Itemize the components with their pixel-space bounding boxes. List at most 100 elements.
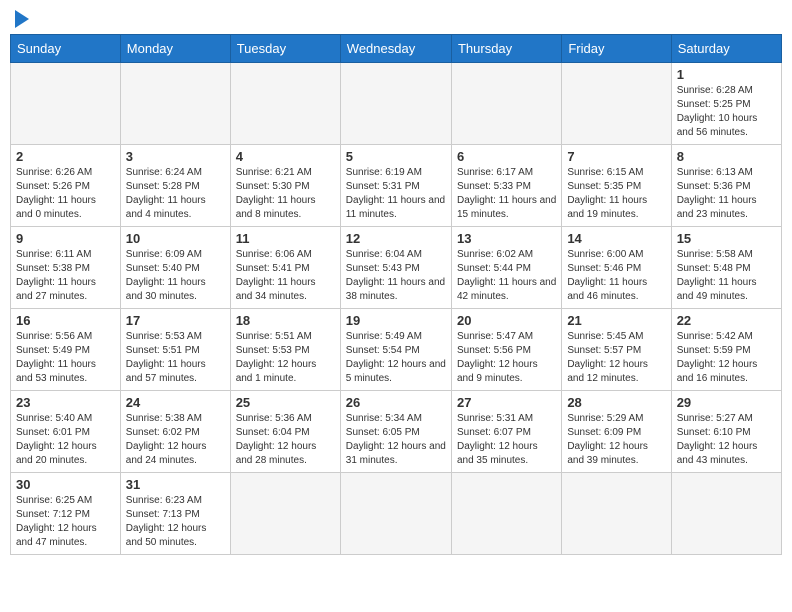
day-info: Sunrise: 6:28 AM Sunset: 5:25 PM Dayligh… <box>677 84 776 140</box>
header <box>10 10 782 26</box>
calendar-cell: 5 Sunrise: 6:19 AM Sunset: 5:31 PM Daylig… <box>340 145 451 227</box>
col-header-thursday: Thursday <box>451 35 561 63</box>
day-info: Sunrise: 5:40 AM Sunset: 6:01 PM Dayligh… <box>16 412 115 468</box>
col-header-monday: Monday <box>120 35 230 63</box>
day-info: Sunrise: 5:31 AM Sunset: 6:07 PM Dayligh… <box>457 412 556 468</box>
day-number: 5 <box>346 149 446 164</box>
calendar-week-1: 2Sunrise: 6:26 AM Sunset: 5:26 PM Daylig… <box>11 145 782 227</box>
day-number: 22 <box>677 313 776 328</box>
col-header-friday: Friday <box>562 35 671 63</box>
day-info: Sunrise: 5:58 AM Sunset: 5:48 PM Dayligh… <box>677 248 776 304</box>
day-number: 2 <box>16 149 115 164</box>
calendar-cell: 13 Sunrise: 6:02 AM Sunset: 5:44 PM Dayli… <box>451 227 561 309</box>
logo-arrow-icon <box>15 10 29 28</box>
day-number: 11 <box>236 231 335 246</box>
day-info: Sunrise: 5:34 AM Sunset: 6:05 PM Dayligh… <box>346 412 446 468</box>
calendar-cell: 6 Sunrise: 6:17 AM Sunset: 5:33 PM Daylig… <box>451 145 561 227</box>
calendar-cell: 22 Sunrise: 5:42 AM Sunset: 5:59 PM Dayli… <box>671 309 781 391</box>
day-info: Sunrise: 5:42 AM Sunset: 5:59 PM Dayligh… <box>677 330 776 386</box>
calendar-cell <box>230 473 340 555</box>
day-info: Sunrise: 6:21 AM Sunset: 5:30 PM Dayligh… <box>236 166 335 222</box>
calendar-cell: 25Sunrise: 5:36 AM Sunset: 6:04 PM Dayli… <box>230 391 340 473</box>
day-number: 19 <box>346 313 446 328</box>
day-info: Sunrise: 6:11 AM Sunset: 5:38 PM Dayligh… <box>16 248 115 304</box>
calendar-week-5: 30Sunrise: 6:25 AM Sunset: 7:12 PM Dayli… <box>11 473 782 555</box>
calendar-cell: 17 Sunrise: 5:53 AM Sunset: 5:51 PM Dayli… <box>120 309 230 391</box>
col-header-tuesday: Tuesday <box>230 35 340 63</box>
calendar-cell <box>230 63 340 145</box>
day-info: Sunrise: 5:56 AM Sunset: 5:49 PM Dayligh… <box>16 330 115 386</box>
calendar-cell: 31Sunrise: 6:23 AM Sunset: 7:13 PM Dayli… <box>120 473 230 555</box>
day-number: 24 <box>126 395 225 410</box>
calendar-cell: 10 Sunrise: 6:09 AM Sunset: 5:40 PM Dayli… <box>120 227 230 309</box>
calendar-cell <box>671 473 781 555</box>
day-info: Sunrise: 6:15 AM Sunset: 5:35 PM Dayligh… <box>567 166 665 222</box>
calendar-cell: 20Sunrise: 5:47 AM Sunset: 5:56 PM Dayli… <box>451 309 561 391</box>
day-info: Sunrise: 6:00 AM Sunset: 5:46 PM Dayligh… <box>567 248 665 304</box>
day-info: Sunrise: 6:06 AM Sunset: 5:41 PM Dayligh… <box>236 248 335 304</box>
calendar-week-2: 9 Sunrise: 6:11 AM Sunset: 5:38 PM Daylig… <box>11 227 782 309</box>
day-number: 23 <box>16 395 115 410</box>
day-number: 25 <box>236 395 335 410</box>
calendar-week-4: 23 Sunrise: 5:40 AM Sunset: 6:01 PM Dayli… <box>11 391 782 473</box>
day-info: Sunrise: 6:17 AM Sunset: 5:33 PM Dayligh… <box>457 166 556 222</box>
day-info: Sunrise: 6:19 AM Sunset: 5:31 PM Dayligh… <box>346 166 446 222</box>
day-info: Sunrise: 5:53 AM Sunset: 5:51 PM Dayligh… <box>126 330 225 386</box>
day-info: Sunrise: 5:49 AM Sunset: 5:54 PM Dayligh… <box>346 330 446 386</box>
day-number: 6 <box>457 149 556 164</box>
day-number: 10 <box>126 231 225 246</box>
day-number: 30 <box>16 477 115 492</box>
calendar-cell: 2Sunrise: 6:26 AM Sunset: 5:26 PM Daylig… <box>11 145 121 227</box>
calendar-cell: 12 Sunrise: 6:04 AM Sunset: 5:43 PM Dayli… <box>340 227 451 309</box>
col-header-sunday: Sunday <box>11 35 121 63</box>
day-number: 17 <box>126 313 225 328</box>
calendar: SundayMondayTuesdayWednesdayThursdayFrid… <box>10 34 782 555</box>
day-number: 9 <box>16 231 115 246</box>
day-number: 26 <box>346 395 446 410</box>
day-number: 13 <box>457 231 556 246</box>
calendar-cell <box>451 63 561 145</box>
calendar-cell: 19 Sunrise: 5:49 AM Sunset: 5:54 PM Dayli… <box>340 309 451 391</box>
day-number: 28 <box>567 395 665 410</box>
calendar-cell <box>562 473 671 555</box>
calendar-cell: 4Sunrise: 6:21 AM Sunset: 5:30 PM Daylig… <box>230 145 340 227</box>
day-info: Sunrise: 6:24 AM Sunset: 5:28 PM Dayligh… <box>126 166 225 222</box>
calendar-cell: 8 Sunrise: 6:13 AM Sunset: 5:36 PM Daylig… <box>671 145 781 227</box>
day-number: 15 <box>677 231 776 246</box>
calendar-week-3: 16 Sunrise: 5:56 AM Sunset: 5:49 PM Dayli… <box>11 309 782 391</box>
day-info: Sunrise: 5:29 AM Sunset: 6:09 PM Dayligh… <box>567 412 665 468</box>
calendar-cell <box>562 63 671 145</box>
day-number: 31 <box>126 477 225 492</box>
day-number: 3 <box>126 149 225 164</box>
day-info: Sunrise: 6:13 AM Sunset: 5:36 PM Dayligh… <box>677 166 776 222</box>
calendar-cell: 7 Sunrise: 6:15 AM Sunset: 5:35 PM Daylig… <box>562 145 671 227</box>
calendar-cell <box>11 63 121 145</box>
calendar-cell <box>340 473 451 555</box>
calendar-cell: 29Sunrise: 5:27 AM Sunset: 6:10 PM Dayli… <box>671 391 781 473</box>
day-info: Sunrise: 6:09 AM Sunset: 5:40 PM Dayligh… <box>126 248 225 304</box>
calendar-cell: 18Sunrise: 5:51 AM Sunset: 5:53 PM Dayli… <box>230 309 340 391</box>
col-header-saturday: Saturday <box>671 35 781 63</box>
day-info: Sunrise: 6:02 AM Sunset: 5:44 PM Dayligh… <box>457 248 556 304</box>
day-number: 27 <box>457 395 556 410</box>
day-info: Sunrise: 5:27 AM Sunset: 6:10 PM Dayligh… <box>677 412 776 468</box>
day-info: Sunrise: 5:47 AM Sunset: 5:56 PM Dayligh… <box>457 330 556 386</box>
day-info: Sunrise: 5:38 AM Sunset: 6:02 PM Dayligh… <box>126 412 225 468</box>
day-number: 12 <box>346 231 446 246</box>
calendar-cell <box>340 63 451 145</box>
calendar-cell: 1Sunrise: 6:28 AM Sunset: 5:25 PM Daylig… <box>671 63 781 145</box>
calendar-cell: 16 Sunrise: 5:56 AM Sunset: 5:49 PM Dayli… <box>11 309 121 391</box>
day-number: 16 <box>16 313 115 328</box>
calendar-cell: 15 Sunrise: 5:58 AM Sunset: 5:48 PM Dayli… <box>671 227 781 309</box>
day-number: 18 <box>236 313 335 328</box>
calendar-cell: 27 Sunrise: 5:31 AM Sunset: 6:07 PM Dayli… <box>451 391 561 473</box>
day-info: Sunrise: 6:04 AM Sunset: 5:43 PM Dayligh… <box>346 248 446 304</box>
col-header-wednesday: Wednesday <box>340 35 451 63</box>
calendar-cell: 28 Sunrise: 5:29 AM Sunset: 6:09 PM Dayli… <box>562 391 671 473</box>
calendar-cell: 9 Sunrise: 6:11 AM Sunset: 5:38 PM Daylig… <box>11 227 121 309</box>
day-number: 7 <box>567 149 665 164</box>
day-number: 14 <box>567 231 665 246</box>
calendar-week-0: 1Sunrise: 6:28 AM Sunset: 5:25 PM Daylig… <box>11 63 782 145</box>
day-number: 8 <box>677 149 776 164</box>
calendar-cell: 3 Sunrise: 6:24 AM Sunset: 5:28 PM Daylig… <box>120 145 230 227</box>
